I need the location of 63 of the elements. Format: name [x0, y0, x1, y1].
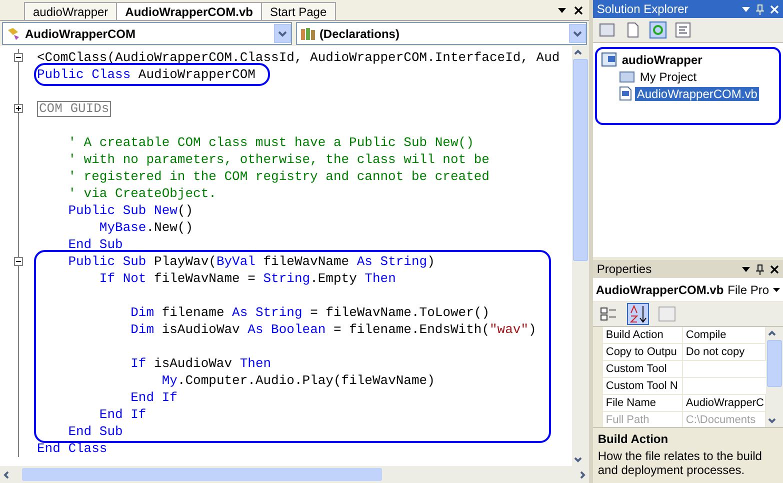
code-line: MyBase.New()	[98, 219, 194, 236]
file-tab[interactable]: AudioWrapperCOM.vb	[116, 2, 262, 20]
close-icon[interactable]	[574, 6, 583, 14]
code-line: ' registered in the COM registry and cannot be created	[67, 168, 490, 185]
dropdown-icon[interactable]	[558, 8, 566, 12]
chevron-icon	[274, 24, 292, 43]
code-line: Public Sub New()	[67, 202, 194, 219]
tree-item[interactable]: AudioWrapperCOM.vb	[634, 86, 760, 100]
property-name: Copy to Outpu	[602, 344, 683, 360]
project-icon	[600, 52, 617, 67]
show-files-icon[interactable]	[624, 22, 641, 38]
pane-title-text: Solution Explorer	[596, 2, 688, 16]
expand-icon[interactable]	[14, 104, 23, 113]
collapse-icon[interactable]	[14, 257, 23, 266]
vertical-scrollbar[interactable]	[766, 327, 783, 427]
properties-icon[interactable]	[598, 22, 617, 38]
tree-item[interactable]: My Project	[638, 70, 699, 84]
code-line: If isAudioWav Then	[130, 355, 272, 372]
code-line: If Not fileWavName = String.Empty Then	[98, 270, 397, 287]
close-icon[interactable]	[770, 264, 779, 274]
code-line: Public Sub PlayWav(ByVal fileWavName As String)	[67, 253, 436, 270]
chevron-icon	[568, 24, 586, 43]
view-code-icon[interactable]	[674, 22, 691, 38]
file-tab[interactable]: audioWrapper	[24, 2, 118, 20]
description-title: Build Action	[598, 432, 670, 446]
code-line: End If	[130, 389, 178, 406]
code-line: End Sub	[67, 236, 124, 253]
code-line: Dim filename As String = fileWavName.ToLower()	[130, 304, 490, 321]
code-line: ' A creatable COM class must have a Public Sub New()	[67, 134, 475, 151]
code-line: End Class	[37, 440, 108, 457]
collapse-icon[interactable]	[14, 53, 23, 62]
sort-alphabetical-icon[interactable]	[626, 303, 649, 325]
code-line: ' with no parameters, otherwise, the class will not be	[67, 151, 490, 168]
collapsed-region[interactable]: COM GUIDs	[37, 101, 112, 117]
property-name: Custom Tool N	[602, 378, 683, 394]
books-icon	[300, 26, 316, 40]
code-line: <ComClass(AudioWrapperCOM.ClassId, AudioWrapperCOM.InterfaceId, Aud	[37, 49, 561, 66]
dropdown-icon	[773, 288, 780, 292]
code-line: Public Class AudioWrapperCOM	[37, 66, 256, 83]
vertical-scrollbar[interactable]	[572, 46, 589, 466]
file-icon	[618, 86, 632, 101]
class-icon	[6, 26, 22, 40]
description-text: How the file relates to the build and deployment processes.	[598, 449, 763, 477]
refresh-icon[interactable]	[648, 21, 667, 39]
file-tab[interactable]: Start Page	[260, 2, 336, 20]
dropdown-icon[interactable]	[742, 266, 750, 272]
class-dropdown[interactable]: AudioWrapperCOM	[2, 22, 292, 45]
horizontal-scrollbar[interactable]	[0, 466, 589, 483]
code-line: End If	[98, 406, 148, 423]
member-dropdown[interactable]: (Declarations)	[296, 22, 587, 45]
code-line: My.Computer.Audio.Play(fileWavName)	[160, 372, 436, 389]
object-selector[interactable]: AudioWrapperCOM.vb File Pro	[592, 278, 783, 302]
code-line: End Sub	[67, 423, 124, 440]
folder-icon	[618, 70, 635, 83]
categorized-icon[interactable]	[598, 305, 619, 323]
tree-item[interactable]: audioWrapper	[620, 52, 704, 66]
code-line: ' via CreateObject.	[67, 185, 218, 202]
property-name: Build Action	[602, 327, 683, 343]
property-name: File Name	[602, 395, 683, 411]
pin-icon[interactable]	[756, 264, 764, 274]
property-name: Custom Tool	[602, 361, 683, 377]
pane-title-text: Properties	[596, 262, 652, 276]
code-line: Dim isAudioWav As Boolean = filename.EndsWith("wav")	[130, 321, 536, 338]
